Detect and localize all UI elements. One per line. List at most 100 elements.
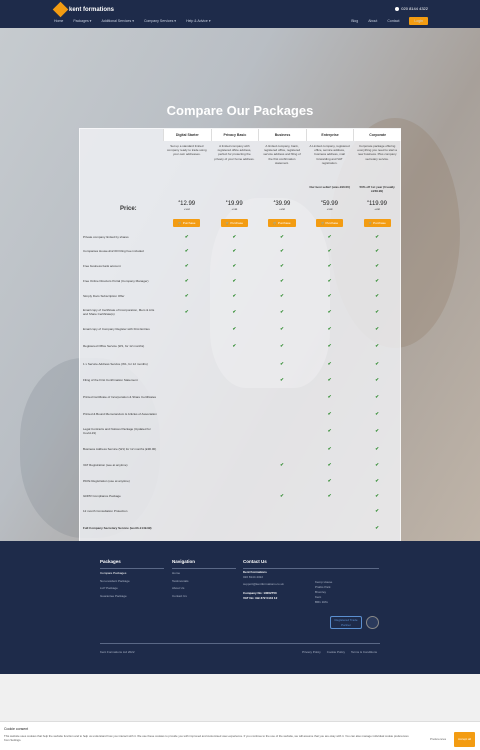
footer-link[interactable]: Compare Packages [100,570,130,578]
footer-link[interactable]: LLP Package [100,585,130,593]
cookie-preferences-button[interactable]: Preferences [430,737,446,741]
price-column: £12.99 +vat 🛒 Purchase [163,185,211,229]
price-vat: +vat [183,207,190,211]
empty-cell [258,446,306,452]
check-icon: ✔ [375,325,380,331]
empty-cell [211,411,259,417]
purchase-button[interactable]: 🛒 Purchase [220,219,249,227]
empty-cell [258,478,306,484]
cookie-policy-link[interactable]: Cookie Policy [327,650,345,654]
feature-checks: ✔ ✔ ✔ ✔ [163,343,401,349]
cookie-accept-button[interactable]: Accept all [454,732,475,747]
menu-item-packages[interactable]: Packages ▾ [73,19,91,23]
purchase-label: Purchase [325,221,339,225]
check-icon: ✔ [232,277,237,283]
feature-row: Email copy of Company Register with Firs… [80,323,402,334]
empty-cell [163,377,211,383]
check-icon: ✔ [327,292,332,298]
empty-cell [258,508,306,514]
package-name: Business [258,129,306,141]
feature-checks: ✔ ✔ [163,394,401,400]
check-icon: ✔ [375,477,380,483]
footer-divider [100,643,380,644]
phone-icon [395,6,400,11]
footer-link[interactable]: Non-resident Package [100,578,130,586]
login-button[interactable]: Login [409,17,428,25]
table-header: Digital Starter Privacy Basic Business E… [163,129,401,141]
contact-phone[interactable]: 020 8144 4322 [243,575,284,580]
price-value: £19.99 [211,199,259,207]
feature-label: Full Company Secretary Service (worth £1… [83,526,152,531]
feature-row: Business Address Service (W1) for 12 mon… [80,443,402,454]
feature-label: Companies House £12.00 Filing Fee includ… [83,248,144,253]
footer-link[interactable]: Testimonials [172,578,195,586]
check-icon: ✔ [327,462,332,468]
purchase-button[interactable]: 🛒 Purchase [315,219,344,227]
secondary-menu: Blog About Contact Login [351,17,428,25]
empty-cell [163,493,211,499]
price-column: Our best seller! (was £90.00) £59.99 +vat 🛒… [306,185,354,229]
menu-item-home[interactable]: Home [54,19,63,23]
check-icon: ✔ [375,292,380,298]
price-vat: +vat [279,207,285,211]
feature-label: Private company limited by shares [83,234,129,239]
contact-email[interactable]: support@kentformations.co.uk [243,582,284,587]
logo-icon [52,1,69,18]
menu-item-blog[interactable]: Blog [351,19,358,23]
check-icon: ✔ [280,247,284,253]
package-name: Digital Starter [163,129,211,141]
empty-cell [211,394,259,400]
logo[interactable]: kent formations [52,1,114,18]
check-icon: ✔ [375,445,380,451]
feature-label: Printed & Bound Memorandum & Articles of… [83,411,157,416]
empty-cell [211,428,259,434]
hero-section: Compare Our Packages Digital Starter Pri… [0,28,480,541]
purchase-button[interactable]: 🛒 Purchase [173,219,201,227]
empty-cell [258,411,306,417]
check-icon: ✔ [280,262,284,268]
feature-checks: ✔ ✔ ✔ ✔ ✔ [163,293,401,299]
price-note [163,185,211,199]
empty-cell [211,446,259,452]
empty-cell [163,428,211,434]
menu-item-help-advice[interactable]: Help & Advice ▾ [186,19,211,23]
check-icon: ✔ [184,308,189,314]
footer-heading: Contact Us [243,559,267,564]
check-icon: ✔ [375,233,380,239]
feature-row: PAYE Registration (use at anytime) ✔ ✔ [80,476,402,485]
address-line: BR1 1RG [315,600,328,604]
purchase-button[interactable]: 🛒 Purchase [363,219,391,227]
empty-cell [211,508,259,514]
check-icon: ✔ [327,247,332,253]
feature-checks: ✔ ✔ ✔ [163,361,401,367]
check-icon: ✔ [280,292,284,298]
empty-cell [306,508,354,514]
menu-item-about[interactable]: About [368,19,377,23]
purchase-label: Purchase [230,221,244,225]
menu-item-additional-services[interactable]: Additional Services ▾ [101,19,134,23]
feature-row: Printed & Bound Memorandum & Articles of… [80,408,402,419]
phone-link[interactable]: 020 8144 4322 [395,6,428,11]
purchase-button[interactable]: 🛒 Purchase [268,219,296,227]
footer-link[interactable]: Contact Us [172,593,195,601]
bottom-button-cell: 🛒 Purchase [211,533,259,541]
terms-link[interactable]: Terms & Conditions [351,650,377,654]
empty-cell [163,343,211,349]
feature-checks: ✔ ✔ ✔ [163,377,401,383]
top-navigation: kent formations 020 8144 4322 Home Packa… [0,0,480,28]
check-icon: ✔ [280,492,284,498]
feature-row: Email copy of Certificate of Incorporati… [80,306,402,317]
footer-link[interactable]: About Us [172,585,195,593]
trade-partner-badge: Registered Trade Partner [330,616,362,629]
privacy-policy-link[interactable]: Privacy Policy [302,650,321,654]
price-row: £12.99 +vat 🛒 Purchase £19.99 +vat 🛒 Purchase… [163,185,401,229]
menu-item-company-services[interactable]: Company Services ▾ [144,19,176,23]
footer-link[interactable]: Home [172,570,195,578]
check-icon: ✔ [375,277,380,283]
check-icon: ✔ [184,262,189,268]
bottom-button-cell: 🛒 Purchase [163,533,211,541]
page-gap [0,674,480,721]
price-value: £12.99 [163,199,211,207]
menu-item-contact[interactable]: Contact [387,19,399,23]
footer-link[interactable]: Guarantee Package [100,593,130,601]
